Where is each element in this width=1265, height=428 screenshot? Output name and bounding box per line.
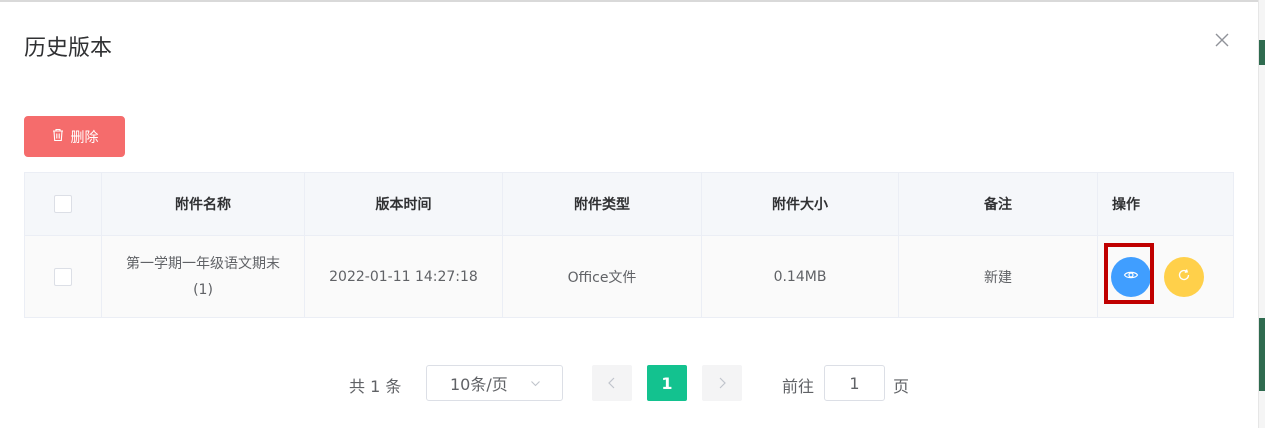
delete-button[interactable]: 删除	[24, 116, 125, 157]
select-all-cell	[24, 172, 102, 236]
column-header: 附件类型	[502, 172, 702, 236]
next-page-button[interactable]	[702, 365, 742, 401]
pagination: 共 1 条 10条/页 1 前往 页	[0, 365, 1258, 401]
row-checkbox[interactable]	[54, 267, 72, 286]
column-header: 附件名称	[101, 172, 305, 236]
table-row: 第一学期一年级语文期末(1) 2022-01-11 14:27:18 Offic…	[24, 235, 1234, 318]
goto-suffix: 页	[893, 377, 910, 396]
eye-icon	[1123, 267, 1139, 287]
column-header: 备注	[898, 172, 1098, 236]
operations-cell	[1097, 235, 1234, 318]
restore-button[interactable]	[1164, 256, 1204, 297]
version-time: 2022-01-11 14:27:18	[304, 235, 503, 318]
column-header: 附件大小	[701, 172, 899, 236]
page-size-select[interactable]: 10条/页	[426, 365, 563, 401]
column-header: 操作	[1097, 172, 1234, 236]
dialog-title: 历史版本	[24, 36, 113, 61]
select-all-checkbox[interactable]	[54, 195, 72, 213]
page-size-value: 10条/页	[450, 375, 508, 394]
history-version-dialog: 历史版本 删除 附件名称 版本时间 附件类型 附件大小 备注 操作 第一学期一年…	[0, 2, 1258, 428]
trash-icon	[51, 128, 65, 146]
refresh-icon	[1176, 267, 1192, 287]
remark: 新建	[898, 235, 1098, 318]
delete-button-label: 删除	[70, 129, 99, 146]
chevron-down-icon	[530, 374, 541, 393]
view-button[interactable]	[1111, 256, 1151, 297]
attachment-type: Office文件	[502, 235, 702, 318]
row-select-cell	[24, 235, 102, 318]
column-header: 版本时间	[304, 172, 503, 236]
background-accent	[1259, 40, 1265, 65]
goto-label: 前往	[782, 377, 815, 396]
version-table: 附件名称 版本时间 附件类型 附件大小 备注 操作 第一学期一年级语文期末(1)…	[24, 172, 1234, 318]
total-count: 共 1 条	[349, 377, 402, 396]
table-header-row: 附件名称 版本时间 附件类型 附件大小 备注 操作	[24, 172, 1234, 236]
operations	[1104, 242, 1204, 304]
prev-page-button[interactable]	[592, 365, 632, 401]
goto-page-input[interactable]	[824, 365, 885, 401]
page-number-1[interactable]: 1	[647, 365, 687, 401]
attachment-size: 0.14MB	[701, 235, 899, 318]
attachment-name: 第一学期一年级语文期末(1)	[101, 235, 305, 318]
close-icon[interactable]	[1212, 30, 1232, 50]
background-accent	[1259, 318, 1265, 391]
chevron-left-icon	[607, 374, 617, 393]
chevron-right-icon	[717, 374, 727, 393]
attachment-name-text: 第一学期一年级语文期末(1)	[126, 255, 280, 298]
